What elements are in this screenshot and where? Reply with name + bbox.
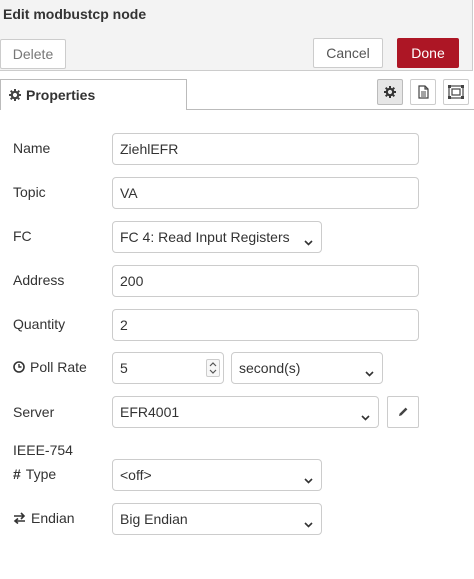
- poll-rate-value: 5: [120, 360, 128, 376]
- type-label-wrap: # Type: [13, 466, 56, 482]
- done-button[interactable]: Done: [397, 38, 459, 68]
- quantity-input[interactable]: 2: [112, 309, 419, 341]
- type-label: Type: [25, 466, 57, 482]
- exchange-arrows-icon: [13, 512, 26, 524]
- name-label: Name: [13, 140, 51, 156]
- tab-properties[interactable]: Properties: [0, 79, 187, 110]
- fc-select-value: FC 4: Read Input Registers: [120, 229, 290, 245]
- chevron-down-icon: [365, 364, 374, 380]
- address-label: Address: [13, 272, 65, 288]
- gear-icon: [9, 89, 21, 101]
- poll-rate-unit-value: second(s): [239, 360, 301, 376]
- tab-properties-label: Properties: [26, 87, 96, 103]
- chevron-down-icon: [304, 471, 313, 487]
- server-select-value: EFR4001: [120, 404, 180, 420]
- dialog-header: Edit modbustcp node Delete Cancel Done: [0, 0, 473, 71]
- poll-rate-input[interactable]: 5: [112, 352, 224, 384]
- address-input[interactable]: 200: [112, 265, 419, 297]
- appearance-tab-button[interactable]: [443, 79, 469, 105]
- clock-icon: [13, 361, 25, 373]
- pencil-icon: [397, 406, 409, 418]
- settings-tab-button[interactable]: [377, 79, 403, 105]
- topic-input[interactable]: VA: [112, 177, 419, 209]
- gear-icon: [384, 86, 396, 98]
- chevron-down-icon: [304, 233, 313, 249]
- endian-label-wrap: Endian: [13, 510, 75, 526]
- chevron-down-icon: [361, 408, 370, 424]
- endian-select[interactable]: Big Endian: [112, 503, 322, 535]
- appearance-icon: [448, 85, 464, 99]
- poll-rate-unit-select[interactable]: second(s): [231, 352, 383, 384]
- chevron-down-icon: [304, 515, 313, 531]
- type-select[interactable]: <off>: [112, 459, 322, 491]
- edit-server-button[interactable]: [387, 396, 419, 428]
- type-select-value: <off>: [120, 467, 152, 483]
- endian-label: Endian: [31, 510, 75, 526]
- ieee-section-label: IEEE-754: [13, 442, 73, 458]
- description-icon: [417, 85, 429, 99]
- dialog-title: Edit modbustcp node: [3, 6, 147, 22]
- delete-button[interactable]: Delete: [0, 39, 66, 69]
- server-label: Server: [13, 404, 55, 420]
- name-input[interactable]: ZiehlEFR: [112, 133, 419, 165]
- topic-label: Topic: [13, 184, 46, 200]
- endian-select-value: Big Endian: [120, 511, 188, 527]
- tab-bar: Properties: [0, 79, 474, 110]
- description-tab-button[interactable]: [410, 79, 436, 105]
- fc-label: FC: [13, 228, 32, 244]
- server-select[interactable]: EFR4001: [112, 396, 379, 428]
- hash-icon: #: [13, 466, 21, 482]
- poll-rate-label-wrap: Poll Rate: [13, 359, 87, 375]
- spinner-arrows-icon[interactable]: [206, 359, 220, 377]
- quantity-label: Quantity: [13, 316, 66, 332]
- cancel-button[interactable]: Cancel: [313, 38, 383, 68]
- fc-select[interactable]: FC 4: Read Input Registers: [112, 221, 322, 253]
- poll-rate-label: Poll Rate: [30, 359, 87, 375]
